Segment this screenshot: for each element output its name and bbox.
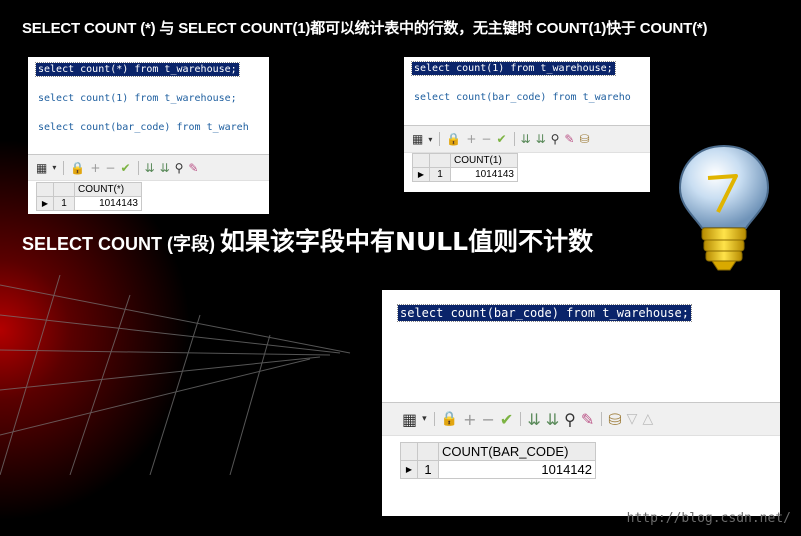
grid-corner-num <box>53 182 75 197</box>
binoculars-icon[interactable]: ⚲ <box>564 410 576 429</box>
sql-window-count-star: select count(*) from t_warehouse; select… <box>28 57 269 214</box>
row-number: 1 <box>417 460 439 479</box>
toolbar-separator <box>63 160 65 175</box>
add-icon[interactable]: + <box>466 132 476 146</box>
row-pointer-icon: ▶ <box>412 167 430 182</box>
toolbar-separator <box>439 132 441 146</box>
row-number: 1 <box>429 167 451 182</box>
grid-header-row: COUNT(BAR_CODE) <box>400 442 596 461</box>
eraser-icon[interactable]: ✎ <box>581 410 594 429</box>
table-row[interactable]: ▶ 1 1014142 <box>400 460 596 479</box>
table-row[interactable]: ▶ 1 1014143 <box>36 196 142 211</box>
toolbar-separator <box>433 412 435 426</box>
sql-editor[interactable]: select count(1) from t_warehouse; select… <box>404 57 650 123</box>
sort-down-alt-icon[interactable]: ⇊ <box>536 132 546 146</box>
sql-line[interactable]: select count(bar_code) from t_wareh <box>36 121 251 134</box>
binoculars-icon[interactable]: ⚲ <box>551 132 560 146</box>
slide-canvas: SELECT COUNT (*) 与 SELECT COUNT(1)都可以统计表… <box>0 0 801 536</box>
eraser-icon[interactable]: ✎ <box>188 161 198 175</box>
add-icon[interactable]: + <box>463 410 476 429</box>
row-pointer-icon: ▶ <box>36 196 54 211</box>
table-row[interactable]: ▶ 1 1014143 <box>412 167 518 182</box>
result-toolbar: ▦ ▾ 🔒 + − ✔ ⇊ ⇊ ⚲ ✎ <box>28 154 269 181</box>
result-grid: COUNT(1) ▶ 1 1014143 <box>412 153 518 182</box>
sql-editor[interactable]: select count(bar_code) from t_warehouse; <box>382 290 780 398</box>
grid-corner-num <box>417 442 439 461</box>
add-icon[interactable]: + <box>90 161 100 175</box>
headline-count-field-note: 如果该字段中有NULL值则不计数 <box>220 227 594 256</box>
result-toolbar: ▦ ▾ 🔒 + − ✔ ⇊ ⇊ ⚲ ✎ ⛁ <box>404 125 650 153</box>
result-grid: COUNT(BAR_CODE) ▶ 1 1014142 <box>400 442 596 479</box>
grid-layout-icon[interactable]: ▦ <box>36 161 47 175</box>
row-pointer-icon: ▶ <box>400 460 418 479</box>
result-cell[interactable]: 1014142 <box>438 460 596 479</box>
watermark-url: http://blog.csdn.net/ <box>626 511 791 526</box>
sort-down-alt-icon[interactable]: ⇊ <box>160 161 170 175</box>
headline-count-field-prefix: SELECT COUNT (字段) <box>22 234 215 254</box>
lock-icon[interactable]: 🔒 <box>446 132 461 146</box>
sort-down-icon[interactable]: ⇊ <box>521 132 531 146</box>
sql-line[interactable]: select count(bar_code) from t_wareho <box>412 91 633 104</box>
result-grid: COUNT(*) ▶ 1 1014143 <box>36 182 142 211</box>
sql-editor[interactable]: select count(*) from t_warehouse; select… <box>28 57 269 153</box>
sql-line[interactable]: select count(1) from t_warehouse; <box>36 92 239 105</box>
database-icon[interactable]: ⛁ <box>579 132 589 146</box>
column-header[interactable]: COUNT(*) <box>74 182 142 197</box>
triangle-up-icon[interactable]: △ <box>642 411 653 427</box>
check-icon[interactable]: ✔ <box>120 161 130 175</box>
remove-icon[interactable]: − <box>482 410 495 429</box>
grid-header-row: COUNT(*) <box>36 182 142 197</box>
result-cell[interactable]: 1014143 <box>74 196 142 211</box>
headline-count-comparison: SELECT COUNT (*) 与 SELECT COUNT(1)都可以统计表… <box>22 20 708 37</box>
check-icon[interactable]: ✔ <box>496 132 506 146</box>
binoculars-icon[interactable]: ⚲ <box>175 161 184 175</box>
toolbar-separator <box>513 132 515 146</box>
toolbar-separator <box>520 412 522 426</box>
remove-icon[interactable]: − <box>481 132 491 146</box>
sort-down-icon[interactable]: ⇊ <box>145 161 155 175</box>
column-header[interactable]: COUNT(1) <box>450 153 518 168</box>
sql-window-count-field: select count(bar_code) from t_warehouse;… <box>382 290 780 516</box>
row-number: 1 <box>53 196 75 211</box>
sort-down-icon[interactable]: ⇊ <box>527 410 540 429</box>
sql-line-selected[interactable]: select count(1) from t_warehouse; <box>411 61 616 76</box>
grid-layout-icon[interactable]: ▦ <box>402 410 417 429</box>
check-icon[interactable]: ✔ <box>500 410 513 429</box>
dropdown-arrow-icon[interactable]: ▾ <box>428 135 432 144</box>
grid-header-row: COUNT(1) <box>412 153 518 168</box>
toolbar-separator <box>137 160 139 175</box>
result-toolbar: ▦ ▾ 🔒 + − ✔ ⇊ ⇊ ⚲ ✎ ⛁ ▽ △ <box>382 402 780 436</box>
eraser-icon[interactable]: ✎ <box>564 132 574 146</box>
sql-line-selected[interactable]: select count(*) from t_warehouse; <box>35 62 240 77</box>
sql-window-count-one: select count(1) from t_warehouse; select… <box>404 57 650 192</box>
perspective-grid-decoration <box>0 275 351 475</box>
sort-down-alt-icon[interactable]: ⇊ <box>546 410 559 429</box>
triangle-down-icon[interactable]: ▽ <box>627 411 638 427</box>
grid-corner-num <box>429 153 451 168</box>
dropdown-arrow-icon[interactable]: ▾ <box>422 414 427 424</box>
headline-count-field: SELECT COUNT (字段) 如果该字段中有NULL值则不计数 <box>22 222 593 258</box>
sql-line-selected[interactable]: select count(bar_code) from t_warehouse; <box>397 304 692 322</box>
grid-corner <box>400 442 418 461</box>
result-cell[interactable]: 1014143 <box>450 167 518 182</box>
grid-corner <box>36 182 54 197</box>
grid-corner <box>412 153 430 168</box>
remove-icon[interactable]: − <box>105 161 115 175</box>
grid-layout-icon[interactable]: ▦ <box>412 132 423 146</box>
database-icon[interactable]: ⛁ <box>608 410 621 429</box>
toolbar-separator <box>601 412 603 426</box>
column-header[interactable]: COUNT(BAR_CODE) <box>438 442 596 461</box>
lock-icon[interactable]: 🔒 <box>441 411 458 427</box>
light-bulb-icon <box>678 144 770 271</box>
lock-icon[interactable]: 🔒 <box>70 161 85 175</box>
dropdown-arrow-icon[interactable]: ▾ <box>52 163 56 172</box>
